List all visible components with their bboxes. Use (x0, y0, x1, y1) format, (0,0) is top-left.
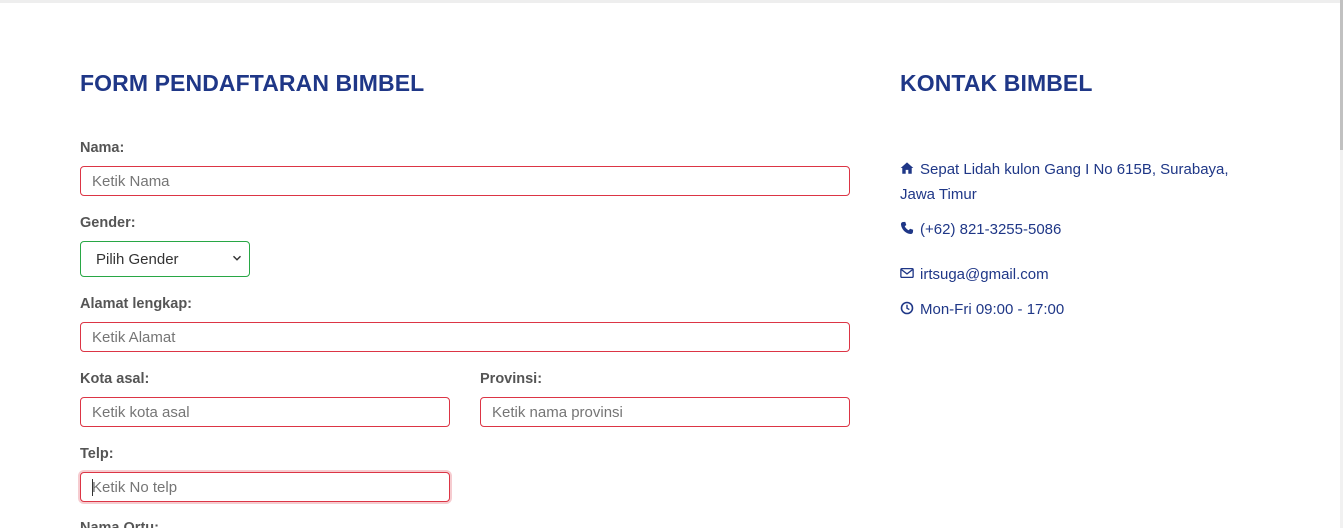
gender-select-value: Pilih Gender (96, 250, 179, 268)
address-line2: Jawa Timur (900, 186, 977, 203)
telp-input[interactable] (80, 472, 450, 502)
contact-hours: Mon-Fri 09:00 - 17:00 (900, 297, 1064, 322)
provinsi-input[interactable] (480, 397, 850, 427)
address-line1: Sepat Lidah kulon Gang I No 615B, Suraba… (920, 161, 1229, 178)
hours-text: Mon-Fri 09:00 - 17:00 (920, 301, 1065, 318)
ortu-label-clip: Nama Ortu: (80, 520, 280, 528)
text-cursor (92, 479, 93, 496)
home-icon (900, 162, 914, 174)
chevron-down-icon (232, 255, 242, 261)
ortu-label: Nama Ortu: (80, 520, 159, 528)
gender-select[interactable]: Pilih Gender (80, 241, 250, 277)
contact-email: irtsuga@gmail.com (900, 262, 1049, 287)
alamat-input[interactable] (80, 322, 850, 352)
envelope-icon (900, 267, 914, 279)
kota-input[interactable] (80, 397, 450, 427)
nama-input[interactable] (80, 166, 850, 196)
kota-label: Kota asal: (80, 371, 150, 387)
provinsi-label: Provinsi: (480, 371, 543, 387)
contact-title: KONTAK BIMBEL (900, 70, 1093, 96)
clock-icon (900, 301, 914, 315)
phone-icon (900, 221, 914, 235)
form-title: FORM PENDAFTARAN BIMBEL (80, 70, 425, 96)
nama-label: Nama: (80, 140, 125, 156)
email-text: irtsuga@gmail.com (920, 266, 1049, 283)
alamat-label: Alamat lengkap: (80, 296, 192, 312)
contact-phone: (+62) 821-3255-5086 (900, 217, 1061, 242)
telp-label: Telp: (80, 446, 114, 462)
contact-address: Sepat Lidah kulon Gang I No 615B, Suraba… (900, 157, 1240, 207)
gender-label: Gender: (80, 215, 136, 231)
top-border (0, 0, 1343, 3)
phone-text: (+62) 821-3255-5086 (920, 221, 1062, 238)
